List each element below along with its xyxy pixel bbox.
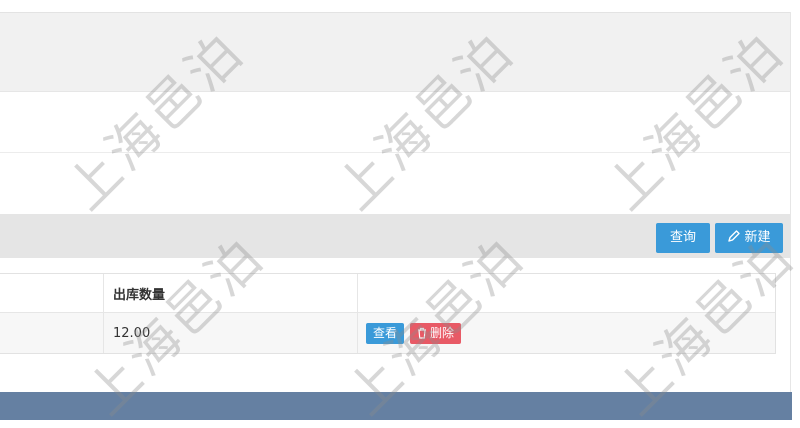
table-header-row: 出库数量	[0, 274, 775, 313]
view-button[interactable]: 查看	[366, 322, 405, 344]
delete-button[interactable]: 删除	[410, 322, 462, 344]
content-edge	[790, 12, 791, 392]
pencil-icon	[728, 230, 741, 242]
delete-button-label: 删除	[430, 325, 455, 340]
column-header-quantity: 出库数量	[113, 287, 166, 303]
table-row: 12.00 查看 删除	[0, 313, 775, 353]
footer-bar	[0, 392, 792, 420]
trash-icon	[418, 327, 427, 339]
actions-cell: 查看 删除	[366, 313, 462, 353]
form-divider	[0, 152, 790, 153]
view-button-label: 查看	[373, 325, 398, 340]
query-button[interactable]: 查询	[656, 223, 710, 253]
form-panel-header	[0, 13, 790, 92]
new-button[interactable]: 新建	[715, 223, 783, 253]
data-table: 出库数量 12.00 查看 删除	[0, 273, 776, 354]
query-button-label: 查询	[669, 230, 696, 245]
quantity-cell: 12.00	[113, 325, 151, 341]
new-button-label: 新建	[744, 230, 771, 245]
